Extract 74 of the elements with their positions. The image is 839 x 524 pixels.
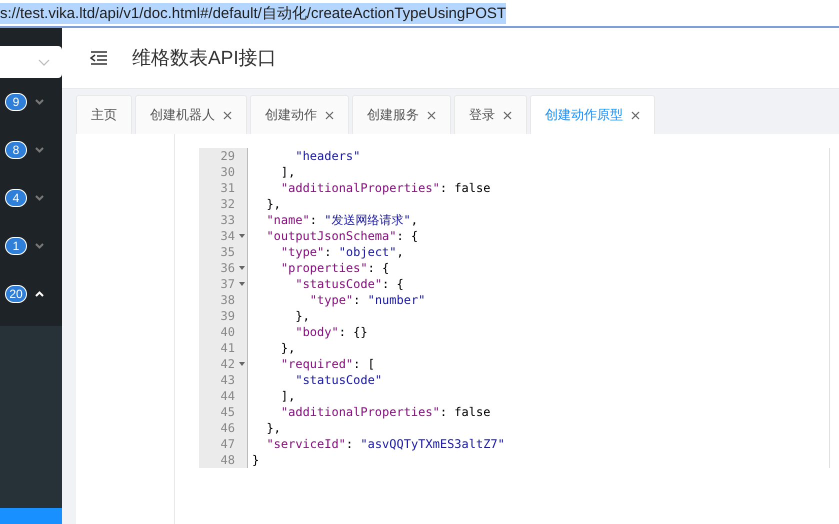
code-line: }	[252, 452, 260, 468]
chevron-down-icon	[38, 58, 50, 66]
line-number: 45	[220, 404, 236, 420]
fold-caret-icon[interactable]	[239, 362, 245, 366]
line-number: 39	[220, 308, 236, 324]
tab[interactable]: 创建动作	[250, 95, 349, 134]
code-line: "statusCode": {	[294, 276, 405, 292]
code-line: "type": "number"	[308, 292, 426, 308]
line-number: 48	[220, 452, 236, 468]
code-line: },	[280, 340, 296, 356]
fold-caret-icon[interactable]	[239, 266, 245, 270]
code-line: "outputJsonSchema": {	[265, 228, 420, 244]
code-line: ],	[280, 164, 296, 180]
chevron-down-icon	[35, 243, 44, 249]
close-icon[interactable]	[503, 110, 512, 120]
line-number: 47	[220, 436, 236, 452]
line-number: 38	[220, 292, 236, 308]
code-line: "properties": {	[280, 260, 390, 276]
tab[interactable]: 创建服务	[352, 95, 451, 134]
line-number: 29	[220, 148, 236, 164]
code-line: "statusCode"	[294, 372, 384, 388]
line-number: 31	[220, 180, 236, 196]
code-line: "required": [	[280, 356, 376, 372]
sidebar-menu-item[interactable]: 20	[0, 270, 62, 318]
menu-icon[interactable]	[90, 51, 108, 65]
count-badge: 9	[5, 93, 27, 111]
code-line: },	[294, 308, 311, 324]
line-number: 40	[220, 324, 236, 340]
line-number: 35	[220, 244, 236, 260]
count-badge: 1	[5, 237, 27, 255]
line-number: 37	[199, 276, 247, 292]
code-line: },	[265, 420, 282, 436]
code-line: ],	[280, 388, 296, 404]
chevron-down-icon	[35, 99, 44, 105]
tab[interactable]: 登录	[454, 95, 527, 134]
line-number: 46	[220, 420, 236, 436]
line-number: 43	[220, 372, 236, 388]
count-badge: 8	[5, 141, 27, 159]
page-title: 维格数表API接口	[132, 47, 277, 71]
line-number: 30	[220, 164, 236, 180]
code-line: "type": "object",	[280, 244, 405, 260]
code-line: "additionalProperties": false	[280, 404, 492, 420]
tab[interactable]: 主页	[76, 95, 132, 134]
tab[interactable]: 创建机器人	[135, 95, 247, 134]
sidebar-menu-item[interactable]: 8	[0, 126, 62, 174]
code-line: },	[265, 196, 282, 212]
line-number: 41	[220, 340, 236, 356]
line-number: 34	[199, 228, 247, 244]
sidebar-menu-item[interactable]: 1	[0, 222, 62, 270]
code-line: "headers"	[294, 148, 362, 164]
code-line: "name": "发送网络请求",	[265, 212, 419, 228]
code-line: "serviceId": "asvQQTyTXmES3altZ7"	[265, 436, 506, 452]
code-line: "body": {}	[294, 324, 369, 340]
sidebar-menu-item[interactable]: 9	[0, 78, 62, 126]
chevron-down-icon	[35, 195, 44, 201]
close-icon[interactable]	[223, 110, 232, 120]
sidebar-menu-item[interactable]: 4	[0, 174, 62, 222]
address-url[interactable]: s://test.vika.ltd/api/v1/doc.html#/default/自动化/createActionTypeUsingPOST	[0, 2, 506, 24]
chevron-up-icon	[35, 291, 44, 297]
line-number: 42	[199, 356, 247, 372]
close-icon[interactable]	[631, 110, 640, 120]
close-icon[interactable]	[427, 110, 436, 120]
line-number: 36	[199, 260, 247, 276]
close-icon[interactable]	[325, 110, 334, 120]
count-badge: 4	[5, 189, 27, 207]
chevron-down-icon	[35, 147, 44, 153]
line-number: 44	[220, 388, 236, 404]
fold-caret-icon[interactable]	[239, 234, 245, 238]
line-number: 33	[220, 212, 236, 228]
select-field[interactable]	[0, 46, 62, 78]
fold-caret-icon[interactable]	[239, 282, 245, 286]
count-badge: 20	[5, 285, 27, 303]
line-number: 32	[220, 196, 236, 212]
code-line: "additionalProperties": false	[280, 180, 492, 196]
